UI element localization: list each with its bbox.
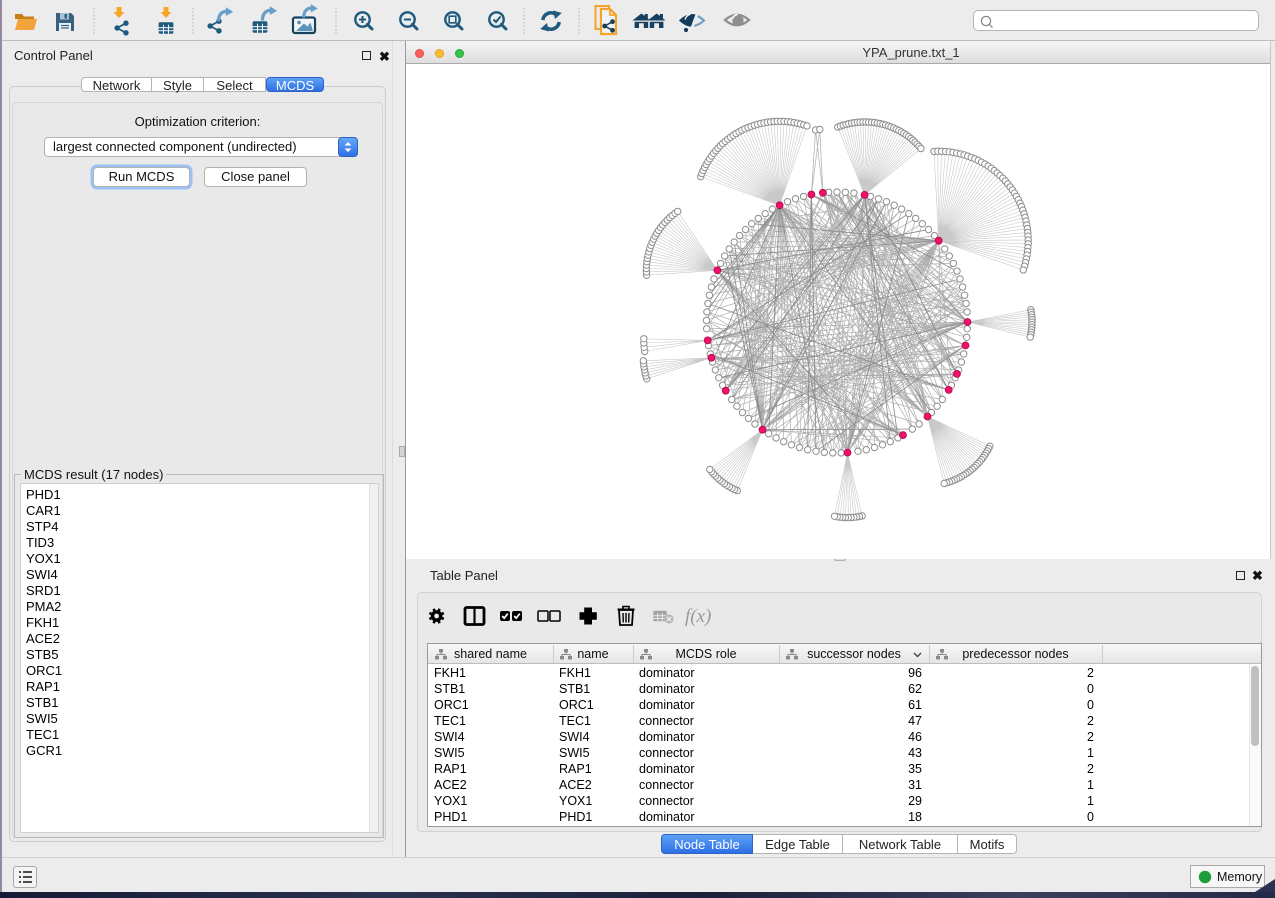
svg-text:f(x): f(x) xyxy=(685,606,711,627)
